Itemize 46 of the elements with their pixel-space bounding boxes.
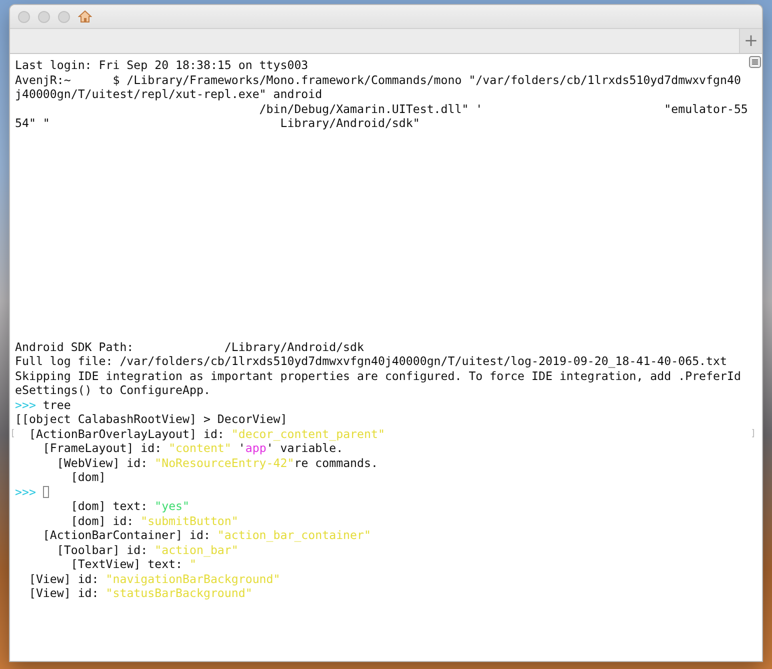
terminal-text: 54" " Library/Android/sdk"	[15, 116, 420, 130]
terminal-text: "content"	[168, 441, 232, 456]
terminal-text: "decor_content_parent"	[231, 426, 385, 441]
terminal-text: app	[245, 441, 266, 456]
terminal-text: /bin/Debug/Xamarin.UITest.dll" ' "emulator-55	[258, 102, 748, 116]
terminal-text: "submitButton"	[140, 514, 238, 528]
selection-mark: ]	[750, 428, 756, 440]
terminal-text: re commands.	[294, 456, 378, 470]
terminal-text: Full log file: /var/folders/cb/1lrxds510yd7dmwxvfgn40j40000gn/T/uitest/log-2019-09-20_18-41-40-065.txt	[15, 354, 727, 368]
prompt: >>>	[15, 484, 36, 499]
terminal-text: j40000gn/T/uitest/repl/xut-repl.exe" android	[15, 87, 322, 102]
close-button[interactable]	[18, 10, 30, 22]
terminal-text: [dom]	[70, 470, 106, 484]
marks-icon	[749, 56, 761, 68]
terminal-text: [Toolbar] id:	[56, 542, 149, 557]
terminal-text: [[object CalabashRootView] > DecorView]	[15, 412, 288, 426]
terminal-text: "	[190, 557, 196, 572]
terminal-text: "action_bar"	[154, 542, 238, 557]
terminal-text: tree	[42, 398, 71, 412]
terminal-text: Last login: Fri Sep 20 18:38:15 on ttys003	[15, 58, 308, 72]
terminal-text: [FrameLayout] id:	[42, 441, 163, 456]
terminal-text: [dom] id:	[70, 514, 135, 528]
terminal-text: ' variable.	[266, 441, 344, 456]
terminal-text: [View] id:	[28, 586, 100, 600]
minimize-button[interactable]	[38, 10, 50, 22]
terminal-text: [ActionBarOverlayLayout] id:	[28, 426, 226, 441]
terminal-text: Skipping IDE integration as important properties are configured. To force IDE integration, add .PreferId	[15, 368, 741, 383]
terminal-text: AvenjR:~ $ /Library/Frameworks/Mono.framework/Commands/mono "/var/folders/cb/1lrxds510yd7dmwxvfgn40	[15, 72, 741, 87]
zoom-button[interactable]	[58, 10, 70, 22]
terminal-text: "action_bar_container"	[217, 528, 371, 542]
terminal-text: "statusBarBackground"	[106, 586, 252, 600]
home-icon	[78, 10, 92, 23]
terminal-text: '	[237, 441, 246, 456]
terminal-text: [TextView] text:	[70, 557, 184, 572]
terminal-text: "NoResourceEntry-42"	[154, 456, 294, 470]
terminal-text: [ActionBarContainer] id:	[42, 528, 212, 542]
selection-mark: [	[10, 428, 16, 440]
terminal-text: Android SDK Path: /Library/Android/sdk	[15, 340, 364, 354]
terminal-text: eSettings() to ConfigureApp.	[15, 383, 210, 398]
terminal-text: [WebView] id:	[56, 456, 149, 470]
new-tab-button[interactable]: +	[740, 29, 762, 53]
terminal-text: "yes"	[154, 499, 190, 514]
terminal-text: [View] id:	[28, 572, 100, 586]
terminal-text: [dom] text:	[70, 499, 149, 514]
terminal-text: "navigationBarBackground"	[106, 572, 280, 586]
prompt: >>>	[15, 398, 36, 412]
